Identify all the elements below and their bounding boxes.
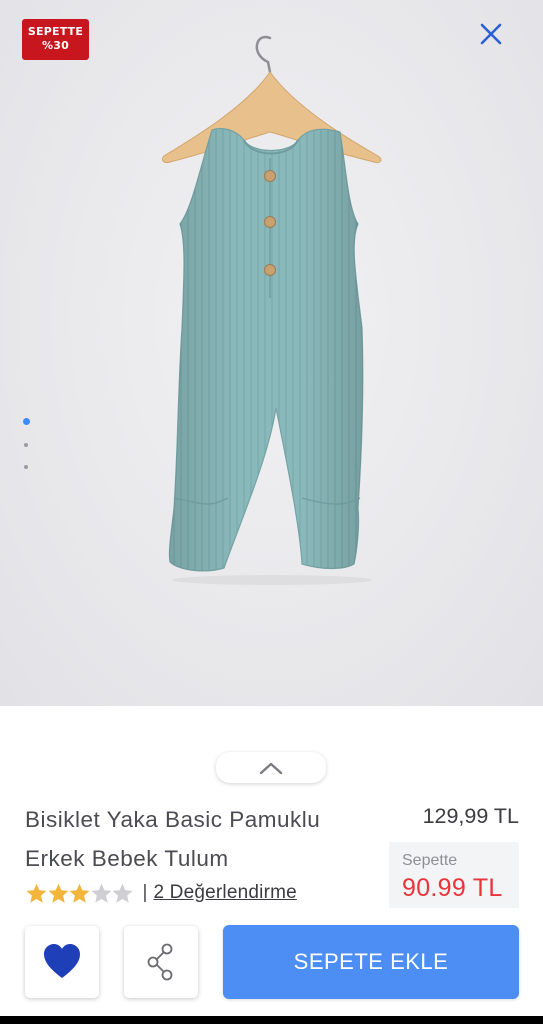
discount-badge: SEPETTE %30 <box>22 19 89 60</box>
close-button[interactable] <box>474 18 508 52</box>
product-title-line1: Bisiklet Yaka Basic Pamuklu <box>25 807 321 832</box>
product-photo <box>161 35 382 585</box>
reviews-link[interactable]: 2 Değerlendirme <box>153 882 296 904</box>
product-detail-screen: SEPETTE %30 Bisiklet Yaka Basic Pamuklu … <box>0 0 543 1024</box>
add-to-cart-button[interactable]: SEPETE EKLE <box>223 925 519 999</box>
share-button[interactable] <box>124 926 198 998</box>
product-rating: | 2 Değerlendirme <box>25 879 297 907</box>
share-icon <box>147 943 173 981</box>
product-image-carousel[interactable]: SEPETTE %30 <box>0 0 543 706</box>
rating-separator: | <box>142 882 148 903</box>
basket-price: 90.99 TL <box>402 874 503 902</box>
star-empty-icon <box>91 883 111 903</box>
star-filled-icon <box>69 883 90 903</box>
heart-icon <box>44 944 80 978</box>
carousel-dot-1[interactable] <box>22 418 30 425</box>
rating-stars <box>25 882 133 905</box>
product-title-line2: Erkek Bebek Tulum <box>25 846 229 871</box>
close-icon <box>480 23 502 45</box>
carousel-dot-3[interactable] <box>24 465 28 469</box>
product-title: Bisiklet Yaka Basic Pamuklu Erkek Bebek … <box>25 800 385 878</box>
system-nav-bar <box>0 1016 543 1024</box>
star-empty-icon <box>112 883 133 903</box>
original-price: 129,99 TL <box>422 804 519 828</box>
discount-badge-line2: %30 <box>42 39 69 52</box>
details-expand-handle[interactable] <box>216 752 326 783</box>
star-filled-icon <box>26 883 47 903</box>
chevron-up-icon <box>259 762 283 774</box>
star-filled-icon <box>48 883 68 903</box>
favorite-button[interactable] <box>25 926 99 998</box>
carousel-indicator <box>20 418 32 487</box>
discount-badge-line1: SEPETTE <box>27 25 84 38</box>
basket-price-label: Sepette <box>402 852 458 869</box>
basket-price-box: Sepette 90.99 TL <box>389 842 519 908</box>
carousel-dot-2[interactable] <box>24 443 28 447</box>
